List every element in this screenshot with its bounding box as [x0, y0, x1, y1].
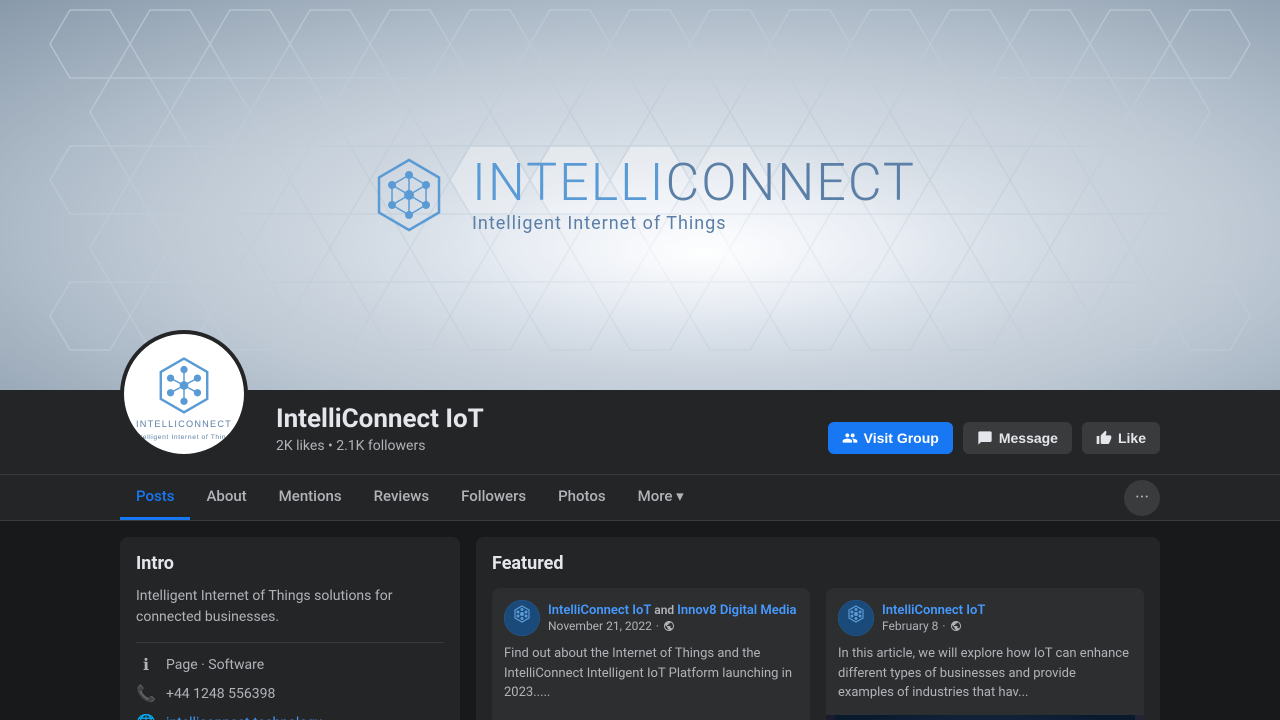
like-label: Like: [1118, 430, 1146, 446]
post-2-avatar: [838, 600, 874, 636]
featured-title: Featured: [492, 553, 1144, 574]
featured-post-2: IntelliConnect IoT February 8 · In t: [826, 588, 1144, 720]
post-2-image-svg: [826, 715, 1144, 720]
like-icon: [1096, 430, 1112, 446]
profile-section: INTELLICONNECT Intelligent Internet of T…: [0, 390, 1280, 475]
tab-followers[interactable]: Followers: [445, 475, 542, 520]
tab-posts[interactable]: Posts: [120, 475, 190, 520]
tab-about[interactable]: About: [190, 475, 262, 520]
cover-logo-area: INTELLICONNECT Intelligent Internet of T…: [364, 150, 916, 240]
nav-tabs: Posts About Mentions Reviews Followers P…: [0, 475, 1280, 521]
globe-small-icon: [663, 620, 675, 632]
intro-category: ℹ Page · Software: [136, 655, 444, 674]
message-label: Message: [999, 430, 1058, 446]
post-1-date: November 21, 2022 ·: [548, 619, 798, 633]
post-2-author-name: IntelliConnect IoT: [882, 603, 1132, 620]
cover-text-block: INTELLICONNECT Intelligent Internet of T…: [472, 157, 916, 234]
globe-icon: 🌐: [136, 713, 156, 720]
post-2-content: In this article, we will explore how IoT…: [838, 644, 1132, 703]
avatar: INTELLICONNECT Intelligent Internet of T…: [120, 330, 248, 458]
post-2-image: [826, 715, 1144, 720]
message-icon: [977, 430, 993, 446]
page-wrapper: INTELLICONNECT Intelligent Internet of T…: [0, 0, 1280, 720]
post-2-author-link[interactable]: IntelliConnect IoT: [882, 603, 985, 618]
group-icon: [842, 430, 858, 446]
svg-text:Intelligent Internet of Things: Intelligent Internet of Things: [133, 434, 234, 441]
intro-category-text: Page · Software: [166, 657, 264, 673]
tab-more[interactable]: More ▾: [622, 475, 700, 520]
post-2-author-info: IntelliConnect IoT February 8 ·: [882, 603, 1132, 634]
post-1-content: Find out about the Internet of Things an…: [504, 644, 798, 703]
intro-website-link[interactable]: intelliconnect.technology: [166, 715, 322, 720]
cover-logo-icon: [364, 150, 454, 240]
nav-options-button[interactable]: ···: [1124, 480, 1160, 516]
profile-info: IntelliConnect IoT 2K likes • 2.1K follo…: [268, 404, 808, 458]
message-button[interactable]: Message: [963, 422, 1072, 454]
cover-brand-name: INTELLICONNECT: [472, 157, 916, 209]
intro-phone: 📞 +44 1248 556398: [136, 684, 444, 703]
intro-divider: [136, 642, 444, 643]
tab-reviews[interactable]: Reviews: [358, 475, 446, 520]
featured-post-1: IntelliConnect IoT and Innov8 Digital Me…: [492, 588, 810, 720]
svg-text:INTELLICONNECT: INTELLICONNECT: [136, 419, 232, 429]
left-panel: Intro Intelligent Internet of Things sol…: [120, 537, 460, 720]
intro-title: Intro: [136, 553, 444, 574]
profile-name: IntelliConnect IoT: [276, 404, 808, 434]
brand-light: CONNECT: [665, 152, 916, 213]
featured-card: Featured: [476, 537, 1160, 720]
intro-description: Intelligent Internet of Things solutions…: [136, 586, 444, 628]
profile-actions: Visit Group Message Like: [828, 422, 1160, 458]
profile-stats: 2K likes • 2.1K followers: [276, 438, 808, 454]
post-1-co-author-link[interactable]: Innov8 Digital Media: [677, 603, 796, 618]
visit-group-button[interactable]: Visit Group: [828, 422, 953, 454]
info-icon: ℹ: [136, 655, 156, 674]
globe-small-icon-2: [950, 620, 962, 632]
cover-tagline: Intelligent Internet of Things: [472, 213, 727, 234]
intro-website: 🌐 intelliconnect.technology: [136, 713, 444, 720]
right-panel: Featured: [476, 537, 1160, 720]
profile-avatar-wrapper: INTELLICONNECT Intelligent Internet of T…: [120, 330, 248, 458]
featured-posts: IntelliConnect IoT and Innov8 Digital Me…: [492, 588, 1144, 720]
phone-icon: 📞: [136, 684, 156, 703]
avatar-logo: INTELLICONNECT Intelligent Internet of T…: [129, 339, 239, 449]
post-1-author-link[interactable]: IntelliConnect IoT: [548, 603, 651, 618]
post-1-author-row: IntelliConnect IoT and Innov8 Digital Me…: [504, 600, 798, 636]
post-1-and: and: [654, 603, 677, 617]
like-button[interactable]: Like: [1082, 422, 1160, 454]
brand-bold: INTELLI: [472, 152, 665, 213]
post-1-author-info: IntelliConnect IoT and Innov8 Digital Me…: [548, 603, 798, 634]
tab-mentions[interactable]: Mentions: [263, 475, 358, 520]
visit-group-label: Visit Group: [864, 430, 939, 446]
post-1-author-name: IntelliConnect IoT and Innov8 Digital Me…: [548, 603, 798, 620]
intro-phone-text: +44 1248 556398: [166, 686, 275, 702]
post-2-author-row: IntelliConnect IoT February 8 ·: [838, 600, 1132, 636]
main-content: Intro Intelligent Internet of Things sol…: [0, 521, 1280, 720]
intro-card: Intro Intelligent Internet of Things sol…: [120, 537, 460, 720]
tab-photos[interactable]: Photos: [542, 475, 621, 520]
post-2-date: February 8 ·: [882, 619, 1132, 633]
post-1-avatar: [504, 600, 540, 636]
